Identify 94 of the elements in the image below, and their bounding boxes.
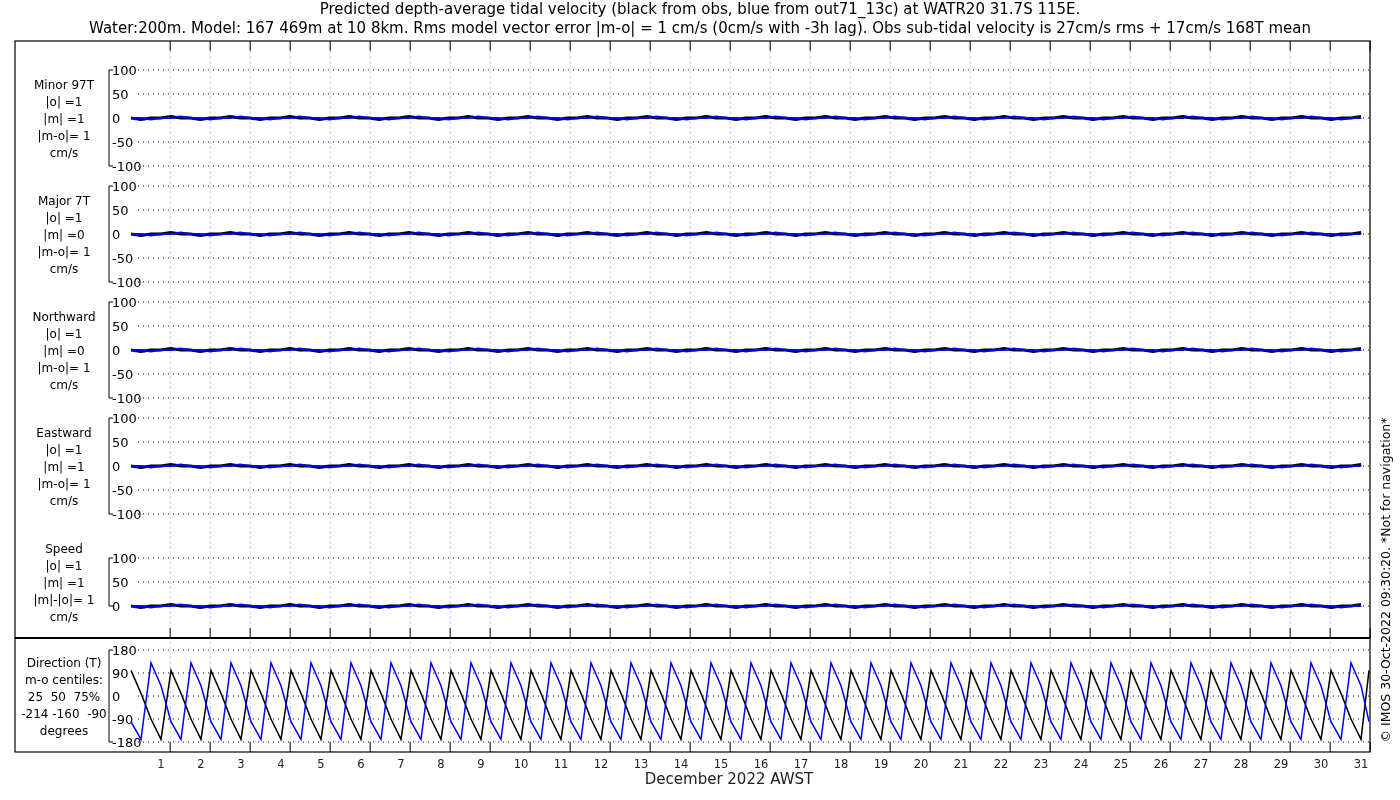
axis-tick-label: 28 bbox=[1233, 757, 1249, 771]
axis-tick-label: 21 bbox=[953, 757, 969, 771]
axis-tick-label: 27 bbox=[1193, 757, 1209, 771]
axis-tick-label: 20 bbox=[913, 757, 929, 771]
axis-tick-label: 8 bbox=[437, 757, 445, 771]
axis-tick-label: -100 bbox=[112, 391, 142, 406]
axis-tick-label: 100 bbox=[112, 551, 137, 566]
copyright-note: © IMOS 30-Oct-2022 09:30:20. *Not for navigation* bbox=[1378, 417, 1393, 743]
axis-tick-label: -50 bbox=[112, 251, 134, 266]
axis-tick-label: 19 bbox=[873, 757, 889, 771]
axis-tick-label: 31 bbox=[1353, 757, 1369, 771]
panel-label: |o| =1 bbox=[45, 95, 83, 110]
axis-tick-label: 0 bbox=[112, 459, 121, 474]
axis-tick-label: 50 bbox=[112, 435, 129, 450]
axis-tick-label: 29 bbox=[1273, 757, 1289, 771]
chart-title: Water:200m. Model: 167 469m at 10 8km. Rms model vector error |m-o| = 1 cm/s (0cm/s with -3h lag). Obs sub-tidal velocity is 27cm/s rms + 17cm/s 168T mean bbox=[89, 19, 1311, 38]
axis-tick-label: 6 bbox=[357, 757, 365, 771]
axis-tick-label: 10 bbox=[513, 757, 529, 771]
axis-tick-label: 12 bbox=[593, 757, 609, 771]
axis-tick-label: 1 bbox=[157, 757, 165, 771]
panel-label: |m-o|= 1 bbox=[37, 360, 91, 375]
axis-tick-label: -50 bbox=[112, 135, 134, 150]
axis-tick-label: 0 bbox=[112, 689, 121, 704]
axis-tick-label: 100 bbox=[112, 295, 137, 310]
panel-label: Eastward bbox=[36, 426, 92, 441]
chart-title: Predicted depth-average tidal velocity (black from obs, blue from out71_13c) at WATR20 31.7S 115E. bbox=[319, 0, 1081, 19]
panel-label: |m| =0 bbox=[43, 344, 85, 358]
axis-tick-label: 18 bbox=[833, 757, 849, 771]
axis-tick-label: 50 bbox=[112, 575, 129, 590]
panel-label: |m-o|= 1 bbox=[37, 128, 91, 143]
axis-tick-label: 90 bbox=[112, 666, 129, 681]
panel-label: |m| =1 bbox=[43, 460, 85, 474]
panel-label: Speed bbox=[45, 542, 83, 557]
axis-tick-label: 4 bbox=[277, 757, 285, 771]
panel-label: |o| =1 bbox=[45, 327, 83, 342]
panel-label: Major 7T bbox=[37, 194, 91, 209]
axis-tick-label: 3 bbox=[237, 757, 245, 771]
axis-tick-label: 24 bbox=[1073, 757, 1089, 771]
axis-tick-label: -50 bbox=[112, 483, 134, 498]
axis-tick-label: 26 bbox=[1153, 757, 1169, 771]
panel-label: |o| =1 bbox=[45, 211, 83, 226]
axis-tick-label: 30 bbox=[1313, 757, 1329, 771]
panel-label: degrees bbox=[39, 723, 89, 738]
axis-tick-label: 17 bbox=[793, 757, 809, 771]
axis-tick-label: 23 bbox=[1033, 757, 1049, 771]
axis-tick-label: 100 bbox=[112, 63, 137, 78]
axis-tick-label: 15 bbox=[713, 757, 729, 771]
axis-tick-label: 14 bbox=[673, 757, 689, 771]
axis-tick-label: -100 bbox=[112, 507, 142, 522]
axis-tick-label: -50 bbox=[112, 367, 134, 382]
panel-label: -214 -160 -90 bbox=[21, 706, 107, 721]
axis-tick-label: 13 bbox=[633, 757, 649, 771]
axis-tick-label: 0 bbox=[112, 599, 121, 614]
panel-label: m-o centiles: bbox=[25, 673, 103, 688]
panel-label: |m| =1 bbox=[43, 112, 85, 126]
axis-tick-label: -180 bbox=[112, 735, 142, 750]
axis-tick-label: -90 bbox=[112, 712, 134, 727]
panel-label: Northward bbox=[32, 310, 96, 325]
panel-label: cm/s bbox=[49, 493, 79, 508]
axis-tick-label: 0 bbox=[112, 343, 121, 358]
axis-tick-label: 25 bbox=[1113, 757, 1129, 771]
panel-label: cm/s bbox=[49, 609, 79, 624]
panel-label: |m|-|o|= 1 bbox=[33, 592, 95, 607]
axis-tick-label: 50 bbox=[112, 203, 129, 218]
axis-tick-label: 16 bbox=[753, 757, 769, 771]
axis-title: December 2022 AWST bbox=[644, 770, 814, 788]
axis-tick-label: 9 bbox=[477, 757, 485, 771]
y-axis bbox=[108, 557, 114, 607]
panel-label: |o| =1 bbox=[45, 559, 83, 574]
panel-label: cm/s bbox=[49, 377, 79, 392]
panel-label: |m-o|= 1 bbox=[37, 476, 91, 491]
axis-tick-label: 0 bbox=[112, 111, 121, 126]
axis-tick-label: 5 bbox=[317, 757, 325, 771]
panel-label: cm/s bbox=[49, 261, 79, 276]
panel-label: |m| =0 bbox=[43, 228, 85, 242]
axis-tick-label: 100 bbox=[112, 179, 137, 194]
axis-tick-label: 0 bbox=[112, 227, 121, 242]
panel-label: |o| =1 bbox=[45, 443, 83, 458]
panel-label: Minor 97T bbox=[34, 78, 94, 93]
axis-tick-label: 100 bbox=[112, 411, 137, 426]
panel-label: cm/s bbox=[49, 145, 79, 160]
panel-label: Direction (T) bbox=[26, 656, 102, 671]
axis-tick-label: -100 bbox=[112, 275, 142, 290]
axis-tick-label: 7 bbox=[397, 757, 405, 771]
axis-tick-label: 11 bbox=[553, 757, 569, 771]
axis-tick-label: 50 bbox=[112, 319, 129, 334]
axis-tick-label: -100 bbox=[112, 159, 142, 174]
axis-tick-label: 22 bbox=[993, 757, 1009, 771]
panel-label: |m| =1 bbox=[43, 576, 85, 590]
panel-label: |m-o|= 1 bbox=[37, 244, 91, 259]
panel-label: 25 50 75% bbox=[27, 690, 101, 704]
axis-tick-label: 180 bbox=[112, 643, 137, 658]
axis-tick-label: 2 bbox=[197, 757, 205, 771]
axis-tick-label: 50 bbox=[112, 87, 129, 102]
